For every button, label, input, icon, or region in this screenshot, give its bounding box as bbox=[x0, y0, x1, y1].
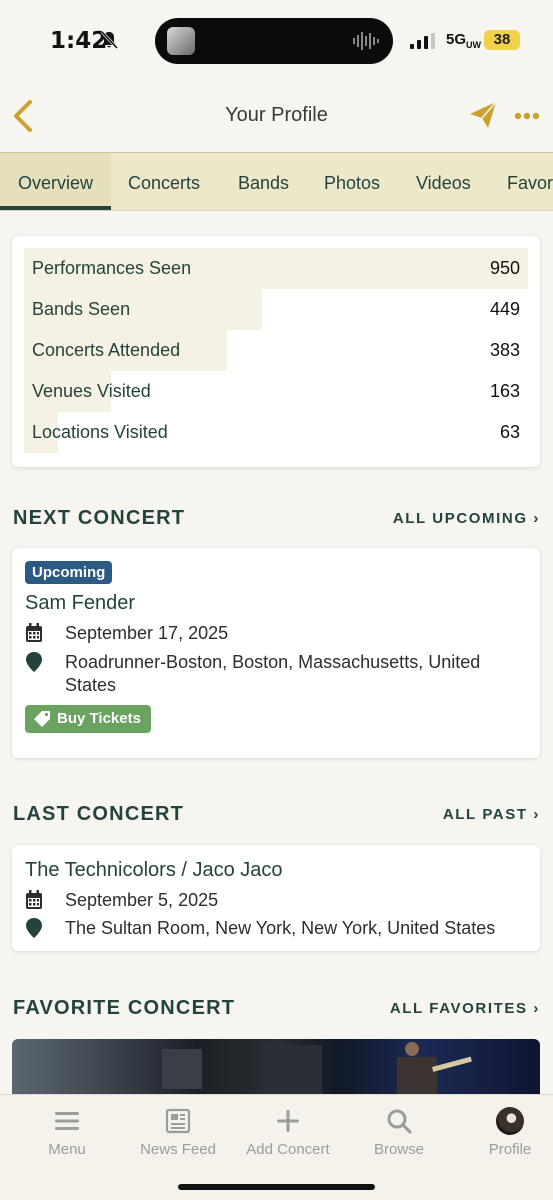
status-badge: Upcoming bbox=[25, 561, 113, 584]
status-time: 1:42 bbox=[50, 28, 108, 54]
stat-label: Locations Visited bbox=[32, 422, 168, 442]
tab-videos[interactable]: Videos bbox=[416, 153, 471, 210]
home-indicator[interactable] bbox=[178, 1184, 375, 1190]
tab-photos[interactable]: Photos bbox=[324, 153, 380, 210]
tab-favorites[interactable]: Favor bbox=[507, 153, 553, 210]
concert-location[interactable]: The Sultan Room, New York, New York, Uni… bbox=[25, 917, 530, 941]
next-concert-header: NEXT CONCERT ALL UPCOMING › bbox=[13, 507, 540, 531]
concert-date: September 17, 2025 bbox=[25, 622, 530, 646]
tab-add-concert[interactable]: Add Concert bbox=[233, 1107, 343, 1158]
avatar bbox=[496, 1107, 524, 1135]
tab-news-feed[interactable]: News Feed bbox=[123, 1107, 233, 1158]
all-favorites-link[interactable]: ALL FAVORITES › bbox=[390, 1000, 540, 1017]
ticket-tag-icon bbox=[34, 711, 50, 727]
stat-row-performances[interactable]: Performances Seen 950 bbox=[24, 248, 528, 289]
stat-value: 950 bbox=[489, 258, 520, 278]
stat-label: Performances Seen bbox=[32, 258, 192, 278]
send-icon[interactable] bbox=[468, 100, 498, 130]
tab-concerts[interactable]: Concerts bbox=[128, 153, 200, 210]
next-concert-card[interactable]: Upcoming Sam Fender September 17, 2025 R… bbox=[12, 548, 540, 758]
concert-date: September 5, 2025 bbox=[25, 889, 530, 913]
stat-label: Bands Seen bbox=[32, 299, 131, 319]
section-title: NEXT CONCERT bbox=[13, 507, 186, 529]
more-options-icon[interactable] bbox=[514, 112, 540, 120]
status-bar: 1:42 5GUW 38 bbox=[0, 0, 553, 84]
chevron-right-icon: › bbox=[533, 806, 540, 823]
newspaper-icon bbox=[165, 1108, 191, 1134]
network-type: 5GUW bbox=[446, 31, 482, 50]
tab-profile[interactable]: Profile bbox=[455, 1107, 553, 1158]
all-past-link[interactable]: ALL PAST › bbox=[443, 806, 540, 823]
active-tab-indicator bbox=[0, 206, 111, 210]
tab-overview[interactable]: Overview bbox=[0, 153, 111, 210]
location-pin-icon bbox=[26, 918, 42, 938]
section-title: FAVORITE CONCERT bbox=[13, 997, 236, 1019]
profile-tabs: Overview Concerts Bands Photos Videos Fa… bbox=[0, 152, 553, 211]
last-concert-header: LAST CONCERT ALL PAST › bbox=[13, 803, 540, 827]
chevron-right-icon: › bbox=[533, 510, 540, 527]
stat-label: Venues Visited bbox=[32, 381, 151, 401]
menu-icon bbox=[55, 1112, 79, 1130]
audio-wave-icon bbox=[353, 32, 379, 50]
tab-menu[interactable]: Menu bbox=[12, 1107, 122, 1158]
buy-tickets-button[interactable]: Buy Tickets bbox=[25, 705, 151, 733]
stat-row-venues[interactable]: Venues Visited 163 bbox=[24, 371, 528, 412]
stat-value: 383 bbox=[489, 340, 520, 360]
tab-bands[interactable]: Bands bbox=[238, 153, 289, 210]
location-pin-icon bbox=[26, 652, 42, 672]
now-playing-artwork bbox=[167, 27, 195, 55]
battery-level: 38 bbox=[484, 30, 520, 50]
favorite-concert-photo[interactable] bbox=[12, 1039, 540, 1097]
band-name[interactable]: Sam Fender bbox=[25, 592, 135, 615]
search-icon bbox=[387, 1109, 412, 1134]
last-concert-card[interactable]: The Technicolors / Jaco Jaco September 5… bbox=[12, 845, 540, 951]
stat-value: 163 bbox=[489, 381, 520, 401]
calendar-icon bbox=[26, 890, 42, 909]
navigation-bar: Your Profile bbox=[0, 84, 553, 150]
all-upcoming-link[interactable]: ALL UPCOMING › bbox=[393, 510, 540, 527]
plus-icon bbox=[277, 1110, 299, 1132]
band-name[interactable]: The Technicolors / Jaco Jaco bbox=[25, 859, 283, 882]
stat-row-locations[interactable]: Locations Visited 63 bbox=[24, 412, 528, 453]
chevron-right-icon: › bbox=[533, 1000, 540, 1017]
calendar-icon bbox=[26, 623, 42, 642]
stats-card: Performances Seen 950 Bands Seen 449 Con… bbox=[12, 236, 540, 467]
section-title: LAST CONCERT bbox=[13, 803, 185, 825]
stat-row-concerts[interactable]: Concerts Attended 383 bbox=[24, 330, 528, 371]
stat-value: 449 bbox=[489, 299, 520, 319]
dynamic-island[interactable] bbox=[155, 18, 393, 64]
concert-stage-image bbox=[162, 1042, 472, 1097]
stat-row-bands[interactable]: Bands Seen 449 bbox=[24, 289, 528, 330]
stat-value: 63 bbox=[499, 422, 520, 442]
stat-label: Concerts Attended bbox=[32, 340, 181, 360]
concert-location[interactable]: Roadrunner-Boston, Boston, Massachusetts… bbox=[25, 651, 530, 699]
bell-muted-icon bbox=[100, 30, 118, 50]
favorite-concert-header: FAVORITE CONCERT ALL FAVORITES › bbox=[13, 997, 540, 1021]
tab-browse[interactable]: Browse bbox=[344, 1107, 454, 1158]
cell-signal-icon bbox=[410, 33, 435, 49]
